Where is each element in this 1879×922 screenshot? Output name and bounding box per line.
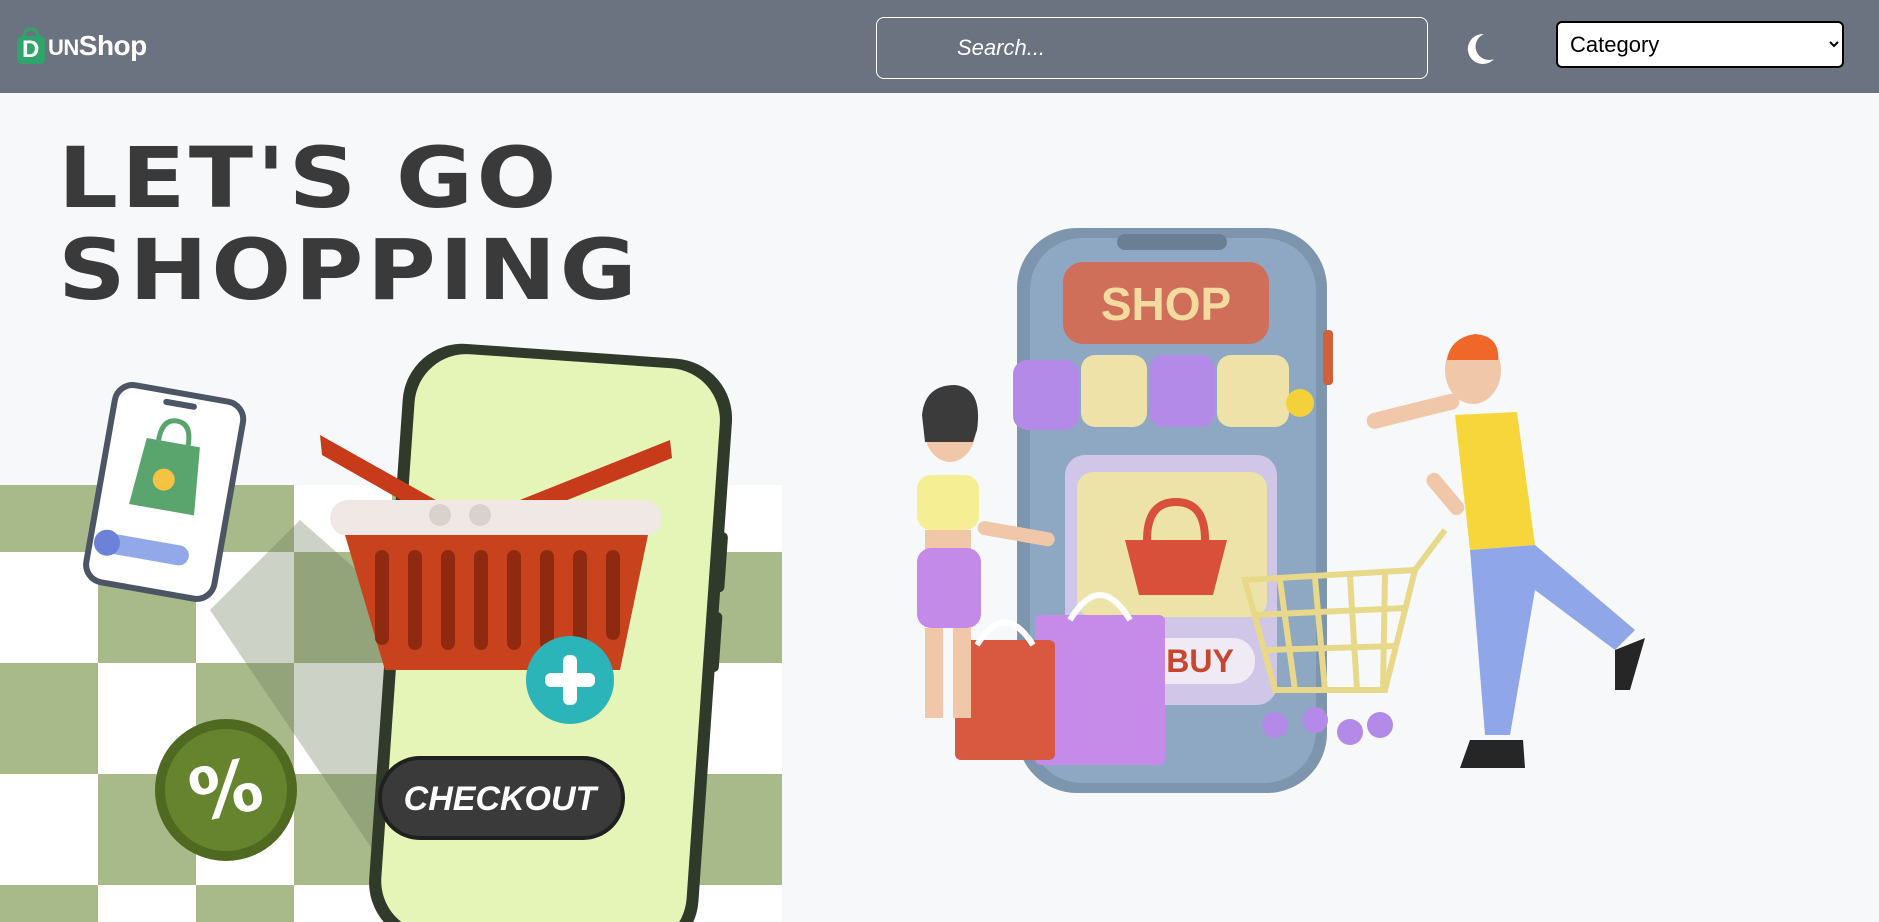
checkout-label: CHECKOUT — [404, 780, 600, 818]
shop-phone-illustration: SHOP BUY — [917, 228, 1645, 793]
buy-label: BUY — [1166, 643, 1234, 679]
logo-text-small: UN — [48, 35, 79, 60]
shopping-bag-icon: D — [14, 27, 48, 65]
hero-title-line1: LET'S GO — [58, 129, 560, 227]
logo-letter: D — [22, 36, 40, 63]
shopping-basket-illustration: CHECKOUT % — [0, 343, 782, 922]
moon-icon[interactable] — [1462, 32, 1496, 66]
logo-text-main: Shop — [78, 30, 148, 61]
shop-sign: SHOP — [1101, 278, 1231, 330]
hero-title: LET'S GO SHOPPING — [58, 132, 640, 316]
logo[interactable]: D UN Shop — [14, 26, 147, 66]
hero-title-line2: SHOPPING — [58, 221, 641, 319]
search-input[interactable] — [876, 17, 1428, 79]
category-select[interactable]: Category — [1556, 21, 1844, 68]
logo-text: UN Shop — [48, 30, 147, 62]
navbar: D UN Shop Category — [0, 0, 1879, 93]
